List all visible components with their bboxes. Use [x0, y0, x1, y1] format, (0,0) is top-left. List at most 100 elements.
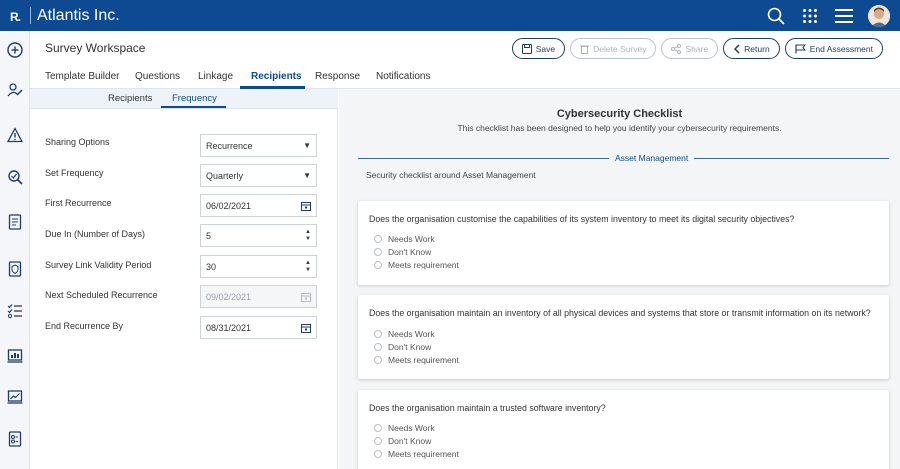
option-dont-know[interactable]: Don't Know [374, 436, 431, 446]
subtab-frequency[interactable]: Frequency [172, 93, 217, 104]
next-recurrence-label: Next Scheduled Recurrence [45, 290, 158, 300]
radio-button[interactable] [374, 248, 382, 256]
share-icon [671, 43, 682, 54]
warning-icon[interactable] [5, 125, 25, 145]
radio-button[interactable] [374, 450, 382, 458]
logo-letter: R [9, 9, 19, 24]
share-label: Share [685, 43, 709, 54]
set-frequency-select[interactable]: Quarterly ▼ [200, 164, 317, 187]
question-card: Does the organisation customise the capa… [358, 201, 889, 285]
next-recurrence-value: 09/02/2021 [206, 291, 252, 302]
delete-survey-label: Delete Survey [593, 43, 647, 54]
option-label: Don't Know [388, 436, 432, 446]
first-recurrence-value: 06/02/2021 [206, 200, 252, 211]
option-dont-know[interactable]: Don't Know [374, 247, 431, 257]
end-assessment-button[interactable]: End Assessment [784, 38, 883, 59]
end-recurrence-value: 08/31/2021 [206, 322, 252, 333]
share-button[interactable]: Share [661, 38, 719, 59]
tab-template-builder[interactable]: Template Builder [45, 71, 119, 82]
option-label: Meets requirement [388, 260, 459, 270]
shield-document-icon[interactable] [5, 259, 25, 279]
add-circle-icon[interactable] [5, 40, 25, 60]
workspace-tabs: Template Builder Questions Linkage Recip… [30, 67, 900, 89]
due-in-stepper[interactable]: 5 ▲ ▼ [200, 224, 317, 247]
radio-button[interactable] [374, 261, 382, 269]
radio-button[interactable] [374, 437, 382, 445]
user-avatar[interactable] [868, 4, 890, 27]
first-recurrence-date-input[interactable]: 06/02/2021 [200, 194, 317, 217]
radio-button[interactable] [374, 424, 382, 432]
return-button[interactable]: Return [723, 38, 780, 59]
survey-icon[interactable] [5, 429, 25, 449]
save-button[interactable]: Save [511, 38, 566, 59]
option-dont-know[interactable]: Don't Know [374, 342, 431, 352]
stepper-arrows-icon[interactable]: ▲ ▼ [305, 256, 311, 277]
tab-questions[interactable]: Questions [135, 71, 180, 82]
radio-button[interactable] [374, 235, 382, 243]
dropdown-arrow-icon: ▼ [303, 141, 311, 150]
tab-recipients[interactable]: Recipients [251, 71, 302, 82]
hamburger-menu-icon[interactable] [834, 6, 854, 26]
report-icon[interactable] [5, 346, 25, 366]
option-needs-work[interactable]: Needs Work [374, 423, 435, 433]
checklist-preview: Cybersecurity Checklist This checklist h… [339, 89, 900, 469]
radio-button[interactable] [374, 330, 382, 338]
app-logo[interactable]: R. [0, 5, 30, 27]
recipient-subtabs: Recipients Frequency [30, 89, 338, 109]
link-validity-label: Survey Link Validity Period [45, 260, 152, 270]
radio-button[interactable] [374, 356, 382, 364]
question-text: Does the organisation maintain a trusted… [369, 403, 606, 413]
tab-response[interactable]: Response [315, 71, 360, 82]
section-title: Asset Management [609, 153, 695, 163]
question-text: Does the organisation maintain an invent… [369, 308, 871, 318]
edit-user-icon[interactable] [5, 80, 25, 100]
sharing-options-select[interactable]: Recurrence ▼ [200, 134, 317, 157]
option-label: Don't Know [388, 342, 432, 352]
next-recurrence-date-input: 09/02/2021 [200, 285, 317, 308]
app-title: Atlantis Inc. [37, 6, 120, 24]
due-in-label: Due In (Number of Days) [45, 229, 146, 239]
sidebar [0, 31, 30, 469]
checklist-title: Cybersecurity Checklist [556, 108, 683, 120]
option-meets-requirement[interactable]: Meets requirement [374, 260, 459, 270]
top-bar: R. Atlantis Inc. [0, 0, 900, 31]
tab-linkage[interactable]: Linkage [198, 71, 233, 82]
end-recurrence-date-input[interactable]: 08/31/2021 [200, 316, 317, 339]
stepper-arrows-icon[interactable]: ▲ ▼ [305, 225, 311, 246]
search-analysis-icon[interactable] [5, 167, 25, 187]
option-meets-requirement[interactable]: Meets requirement [374, 449, 459, 459]
active-subtab-indicator [161, 106, 226, 108]
action-bar: Save Delete Survey Share Return End Asse… [511, 38, 883, 59]
sharing-options-value: Recurrence [206, 140, 253, 151]
option-label: Needs Work [388, 234, 435, 244]
trend-chart-icon[interactable] [5, 387, 25, 407]
option-needs-work[interactable]: Needs Work [374, 234, 435, 244]
dropdown-arrow-icon: ▼ [303, 171, 311, 180]
page-title: Survey Workspace [45, 41, 146, 55]
end-recurrence-label: End Recurrence By [45, 321, 124, 331]
question-text: Does the organisation customise the capa… [369, 214, 795, 224]
search-icon[interactable] [766, 6, 786, 26]
chevron-left-icon [734, 43, 740, 54]
tab-notifications[interactable]: Notifications [376, 71, 430, 82]
option-label: Needs Work [388, 329, 435, 339]
checklist-icon[interactable] [5, 301, 25, 321]
option-label: Don't Know [388, 247, 432, 257]
document-icon[interactable] [5, 212, 25, 232]
subtab-recipients[interactable]: Recipients [108, 93, 152, 104]
option-meets-requirement[interactable]: Meets requirement [374, 355, 459, 365]
apps-grid-icon[interactable] [800, 6, 820, 26]
logo-divider [30, 7, 31, 24]
calendar-icon[interactable] [301, 195, 311, 216]
checklist-subtitle: This checklist has been designed to help… [457, 123, 782, 133]
return-label: Return [744, 43, 770, 54]
link-validity-value: 30 [206, 261, 217, 272]
calendar-icon [301, 286, 311, 307]
option-needs-work[interactable]: Needs Work [374, 329, 435, 339]
radio-button[interactable] [374, 343, 382, 351]
first-recurrence-label: First Recurrence [45, 198, 112, 208]
delete-survey-button[interactable]: Delete Survey [570, 38, 657, 59]
calendar-icon[interactable] [301, 317, 311, 338]
option-label: Needs Work [388, 423, 435, 433]
link-validity-stepper[interactable]: 30 ▲ ▼ [200, 255, 317, 278]
